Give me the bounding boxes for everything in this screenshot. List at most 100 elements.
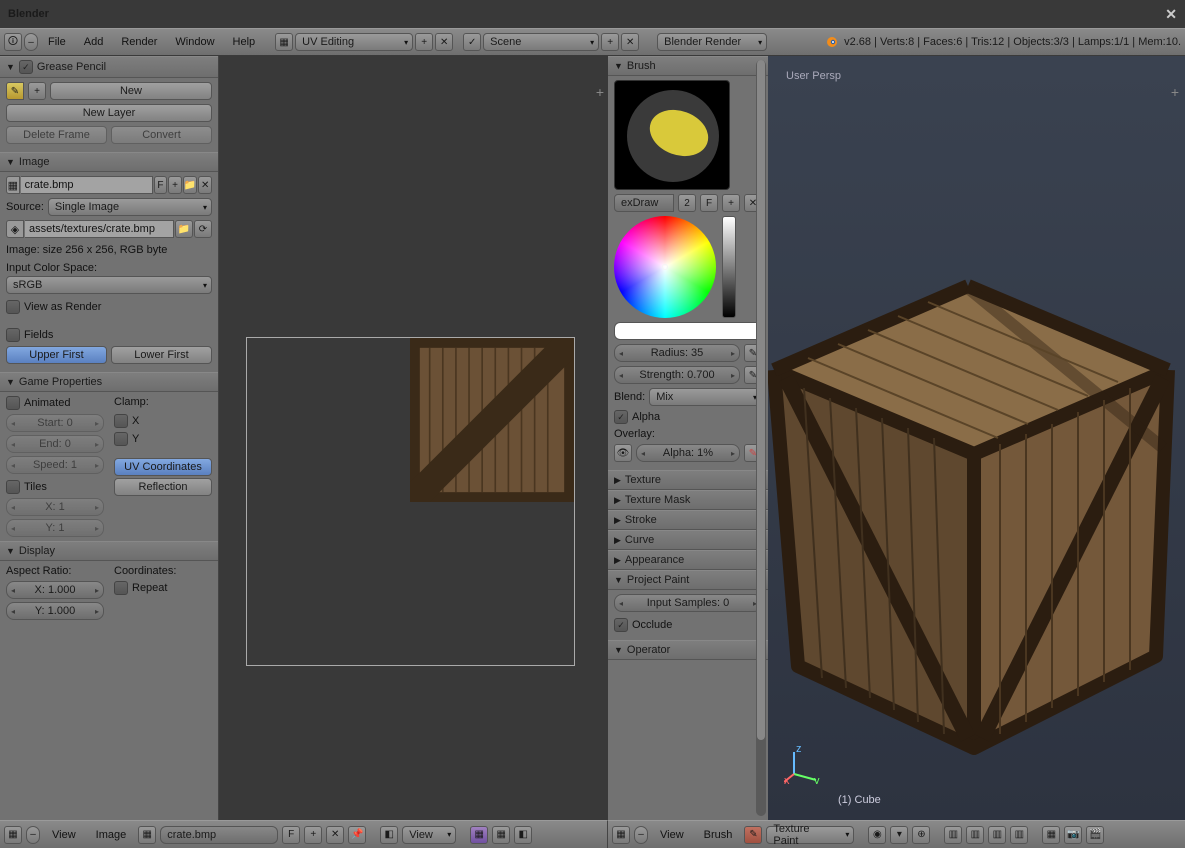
clapper-icon[interactable]: 🎬 xyxy=(1086,826,1104,844)
brush-f-button[interactable]: F xyxy=(700,194,718,212)
image-path-input[interactable] xyxy=(25,220,174,238)
scene-remove-button[interactable]: ✕ xyxy=(621,33,639,51)
footer-f-button[interactable]: F xyxy=(282,826,300,844)
footer-img-icon[interactable]: ▦ xyxy=(138,826,156,844)
image-add-button[interactable]: + xyxy=(168,176,182,194)
tiles-x-field[interactable]: X: 1 xyxy=(6,498,104,516)
info-icon[interactable]: 🛈 xyxy=(4,33,22,51)
brush-preview[interactable] xyxy=(614,80,730,190)
menu-add[interactable]: Add xyxy=(76,34,112,50)
uv-canvas[interactable] xyxy=(246,337,575,666)
close-icon[interactable]: ✕ xyxy=(1165,6,1177,23)
stroke-header[interactable]: ▶Stroke xyxy=(608,510,768,530)
footer-edit-icon[interactable]: ◧ xyxy=(380,826,398,844)
footer-mask-icon[interactable]: ▦ xyxy=(492,826,510,844)
snap-icon[interactable]: ▦ xyxy=(1042,826,1060,844)
vp-view-menu[interactable]: View xyxy=(652,827,692,843)
render-engine-dropdown[interactable]: Blender Render xyxy=(657,33,767,51)
layout-preset-dropdown[interactable]: UV Editing xyxy=(295,33,413,51)
repeat-checkbox[interactable] xyxy=(114,581,128,595)
strength-field[interactable]: Strength: 0.700 xyxy=(614,366,740,384)
color-swatch[interactable] xyxy=(614,322,762,340)
overlay-eye-icon[interactable]: 👁 xyxy=(614,444,632,462)
vp-brush-menu[interactable]: Brush xyxy=(696,827,741,843)
footer-view-dropdown[interactable]: View xyxy=(402,826,456,844)
grease-pencil-header[interactable]: ▼✓Grease Pencil xyxy=(0,56,218,78)
layout-remove-button[interactable]: ✕ xyxy=(435,33,453,51)
expand-plus-icon[interactable]: + xyxy=(596,84,604,100)
image-type-icon[interactable]: ▦ xyxy=(6,176,20,194)
footer-channel-icon[interactable]: ◧ xyxy=(514,826,532,844)
image-name-input[interactable] xyxy=(21,176,153,194)
delete-frame-button[interactable]: Delete Frame xyxy=(6,126,107,144)
collapse-icon[interactable]: – xyxy=(24,33,38,51)
grease-enable-checkbox[interactable]: ✓ xyxy=(19,60,33,74)
clamp-x-checkbox[interactable] xyxy=(114,414,128,428)
render-preview-icon[interactable]: 📷 xyxy=(1064,826,1082,844)
texture-mask-header[interactable]: ▶Texture Mask xyxy=(608,490,768,510)
appearance-header[interactable]: ▶Appearance xyxy=(608,550,768,570)
scene-icon[interactable]: ✓ xyxy=(463,33,481,51)
anim-speed-field[interactable]: Speed: 1 xyxy=(6,456,104,474)
scene-dropdown[interactable]: Scene xyxy=(483,33,599,51)
footer-collapse-icon[interactable]: – xyxy=(26,826,40,844)
anim-end-field[interactable]: End: 0 xyxy=(6,435,104,453)
menu-window[interactable]: Window xyxy=(167,34,222,50)
layer-block-1[interactable]: ▥ xyxy=(944,826,962,844)
layer-block-4[interactable]: ▥ xyxy=(1010,826,1028,844)
footer-image-menu[interactable]: Image xyxy=(88,827,135,843)
grease-add-button[interactable]: + xyxy=(28,82,46,100)
source-dropdown[interactable]: Single Image xyxy=(48,198,212,216)
alpha-checkbox[interactable]: ✓ xyxy=(614,410,628,424)
tiles-checkbox[interactable] xyxy=(6,480,20,494)
aspect-y-field[interactable]: Y: 1.000 xyxy=(6,602,104,620)
vp-editor-type-icon[interactable]: ▦ xyxy=(612,826,630,844)
3d-viewport[interactable]: User Persp + xyxy=(768,56,1185,820)
game-props-header[interactable]: ▼Game Properties xyxy=(0,372,218,392)
texture-header[interactable]: ▶Texture xyxy=(608,470,768,490)
footer-paint-icon[interactable]: ▦ xyxy=(470,826,488,844)
brush-users-label[interactable]: 2 xyxy=(678,194,696,212)
anim-start-field[interactable]: Start: 0 xyxy=(6,414,104,432)
menu-file[interactable]: File xyxy=(40,34,74,50)
footer-plus-button[interactable]: + xyxy=(304,826,322,844)
image-unlink-button[interactable]: ✕ xyxy=(198,176,212,194)
image-f-button[interactable]: F xyxy=(154,176,168,194)
viewport-expand-icon[interactable]: + xyxy=(1171,84,1179,100)
editor-type-icon[interactable]: ▦ xyxy=(4,826,22,844)
path-browse-button[interactable]: 📁 xyxy=(175,220,193,238)
view-as-render-checkbox[interactable] xyxy=(6,300,20,314)
path-reload-button[interactable]: ⟳ xyxy=(194,220,212,238)
occlude-checkbox[interactable]: ✓ xyxy=(614,618,628,632)
colorspace-dropdown[interactable]: sRGB xyxy=(6,276,212,294)
menu-render[interactable]: Render xyxy=(113,34,165,50)
overlay-alpha-field[interactable]: Alpha: 1% xyxy=(636,444,740,462)
display-panel-header[interactable]: ▼Display xyxy=(0,541,218,561)
clamp-y-checkbox[interactable] xyxy=(114,432,128,446)
pivot-icon[interactable]: ⊕ xyxy=(912,826,930,844)
layer-block-3[interactable]: ▥ xyxy=(988,826,1006,844)
scene-add-button[interactable]: + xyxy=(601,33,619,51)
radius-field[interactable]: Radius: 35 xyxy=(614,344,740,362)
fields-checkbox[interactable] xyxy=(6,328,20,342)
footer-image-name[interactable]: crate.bmp xyxy=(160,826,278,844)
curve-header[interactable]: ▶Curve xyxy=(608,530,768,550)
vp-collapse-icon[interactable]: – xyxy=(634,826,648,844)
mode-icon[interactable]: ✎ xyxy=(744,826,762,844)
uv-editor-area[interactable]: + xyxy=(219,56,608,820)
image-open-button[interactable]: 📁 xyxy=(183,176,197,194)
brush-header[interactable]: ▼Brush xyxy=(608,56,768,76)
brush-scrollbar[interactable] xyxy=(756,60,766,816)
lower-first-button[interactable]: Lower First xyxy=(111,346,212,364)
value-slider[interactable] xyxy=(722,216,736,318)
brush-add-button[interactable]: + xyxy=(722,194,740,212)
brush-preset-name[interactable]: exDraw xyxy=(614,194,674,212)
layer-block-2[interactable]: ▥ xyxy=(966,826,984,844)
color-wheel[interactable] xyxy=(614,216,716,318)
pencil-icon[interactable]: ✎ xyxy=(6,82,24,100)
path-icon[interactable]: ◈ xyxy=(6,220,24,238)
grease-new-button[interactable]: New xyxy=(50,82,212,100)
layout-add-button[interactable]: + xyxy=(415,33,433,51)
animated-checkbox[interactable] xyxy=(6,396,20,410)
layout-icon[interactable]: ▦ xyxy=(275,33,293,51)
